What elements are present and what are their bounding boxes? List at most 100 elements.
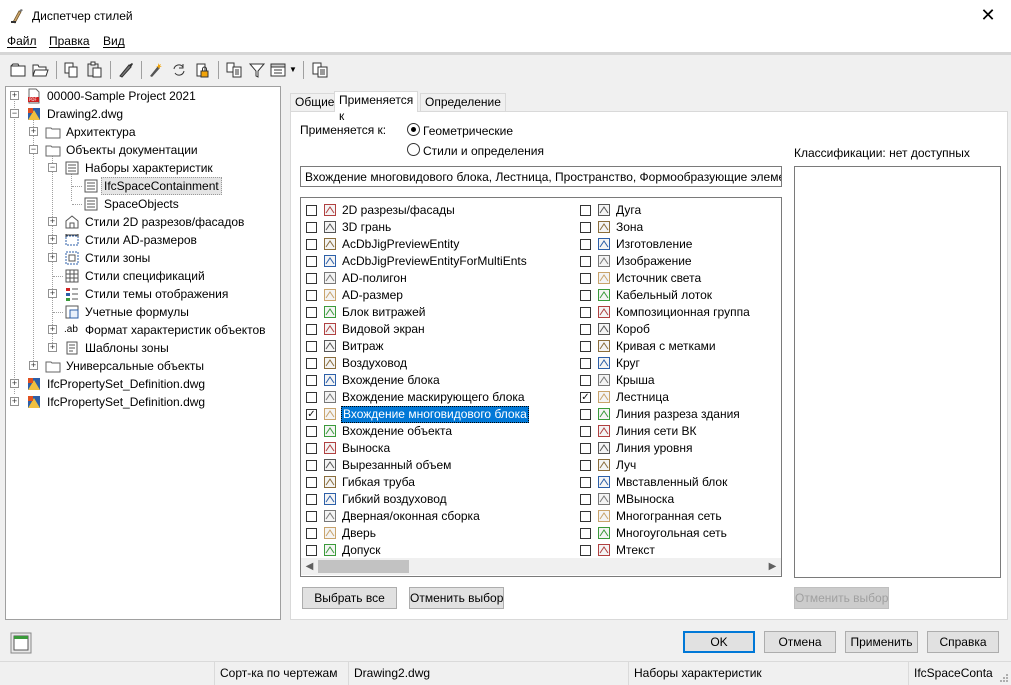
edit-icon[interactable]: [147, 61, 165, 79]
expand-icon[interactable]: +: [29, 127, 38, 136]
scroll-right-icon[interactable]: ▶: [764, 558, 781, 575]
tree-item[interactable]: Учетные формулы: [6, 303, 276, 321]
tree-item[interactable]: + PDF 00000-Sample Project 2021: [6, 87, 276, 105]
scroll-thumb[interactable]: [318, 560, 409, 573]
expand-icon[interactable]: +: [48, 217, 57, 226]
object-type-row[interactable]: Короб: [580, 321, 781, 338]
expand-icon[interactable]: +: [48, 325, 57, 334]
tree-item[interactable]: Стили спецификаций: [6, 267, 276, 285]
expand-icon[interactable]: +: [48, 253, 57, 262]
object-type-row[interactable]: Многогранная сеть: [580, 508, 781, 525]
object-type-row[interactable]: Дверная/оконная сборка: [306, 508, 576, 525]
object-type-checkbox[interactable]: [580, 375, 591, 386]
expand-icon[interactable]: +: [48, 289, 57, 298]
tree-item[interactable]: + IfcPropertySet_Definition.dwg: [6, 393, 276, 411]
object-type-checkbox[interactable]: [580, 443, 591, 454]
object-type-checkbox[interactable]: [580, 392, 591, 403]
object-type-row[interactable]: Витраж: [306, 338, 576, 355]
object-type-checkbox[interactable]: [580, 409, 591, 420]
classifications-list[interactable]: [794, 166, 1001, 578]
expand-icon[interactable]: +: [10, 91, 19, 100]
object-type-checkbox[interactable]: [580, 460, 591, 471]
object-type-row[interactable]: Вырезанный объем: [306, 457, 576, 474]
object-type-row[interactable]: Зона: [580, 219, 781, 236]
object-type-row[interactable]: 3D грань: [306, 219, 576, 236]
preview-toggle-icon[interactable]: [10, 632, 32, 654]
object-type-row[interactable]: Гибкая труба: [306, 474, 576, 491]
object-type-checkbox[interactable]: [580, 222, 591, 233]
new-icon[interactable]: [9, 61, 27, 79]
expand-icon[interactable]: +: [10, 397, 19, 406]
object-type-row[interactable]: Вхождение объекта: [306, 423, 576, 440]
chevron-down-icon[interactable]: ▼: [289, 65, 297, 74]
object-type-checkbox[interactable]: [580, 494, 591, 505]
object-type-checkbox[interactable]: [306, 205, 317, 216]
menu-edit[interactable]: Правка: [49, 34, 90, 48]
scroll-left-icon[interactable]: ◀: [301, 558, 318, 575]
object-type-row[interactable]: AcDbJigPreviewEntity: [306, 236, 576, 253]
object-type-checkbox[interactable]: [306, 409, 317, 420]
object-type-row[interactable]: Изготовление: [580, 236, 781, 253]
paste-icon[interactable]: [85, 61, 103, 79]
tree-item[interactable]: + Стили зоны: [6, 249, 276, 267]
open-icon[interactable]: [31, 61, 49, 79]
object-type-row[interactable]: Блок витражей: [306, 304, 576, 321]
object-type-row[interactable]: Воздуховод: [306, 355, 576, 372]
object-type-checkbox[interactable]: [306, 358, 317, 369]
radio-geometric-label[interactable]: Геометрические: [423, 124, 513, 138]
help-icon[interactable]: [311, 61, 329, 79]
object-type-checkbox[interactable]: [580, 426, 591, 437]
object-type-row[interactable]: AD-размер: [306, 287, 576, 304]
ok-button[interactable]: OK: [683, 631, 755, 653]
lock-icon[interactable]: [193, 61, 211, 79]
expand-icon[interactable]: +: [48, 343, 57, 352]
tree-item[interactable]: + Стили AD-размеров: [6, 231, 276, 249]
object-type-checkbox[interactable]: [306, 460, 317, 471]
object-type-checkbox[interactable]: [306, 511, 317, 522]
object-type-row[interactable]: Видовой экран: [306, 321, 576, 338]
object-type-row[interactable]: Кабельный лоток: [580, 287, 781, 304]
object-type-checkbox[interactable]: [306, 545, 317, 556]
object-type-checkbox[interactable]: [306, 375, 317, 386]
object-type-row[interactable]: Круг: [580, 355, 781, 372]
object-type-checkbox[interactable]: [580, 290, 591, 301]
expand-icon[interactable]: +: [48, 235, 57, 244]
object-type-checkbox[interactable]: [580, 273, 591, 284]
object-type-checkbox[interactable]: [580, 341, 591, 352]
object-type-row[interactable]: AcDbJigPreviewEntityForMultiEnts: [306, 253, 576, 270]
cancel-button[interactable]: Отмена: [764, 631, 836, 653]
object-type-checkbox[interactable]: [306, 307, 317, 318]
object-type-checkbox[interactable]: [306, 528, 317, 539]
object-type-row[interactable]: Луч: [580, 457, 781, 474]
object-type-row[interactable]: Допуск: [306, 542, 576, 559]
sync-icon[interactable]: [170, 61, 188, 79]
object-type-row[interactable]: Линия сети ВК: [580, 423, 781, 440]
object-type-row[interactable]: Изображение: [580, 253, 781, 270]
tree-item[interactable]: + Архитектура: [6, 123, 276, 141]
expand-icon[interactable]: +: [10, 379, 19, 388]
object-type-row[interactable]: Выноска: [306, 440, 576, 457]
object-type-row[interactable]: Крыша: [580, 372, 781, 389]
object-type-list[interactable]: 2D разрезы/фасады 3D грань AcDbJigPreviewE…: [300, 197, 782, 577]
menu-file[interactable]: Файл: [7, 34, 37, 48]
object-type-row[interactable]: AD-полигон: [306, 270, 576, 287]
tree-item[interactable]: + Универсальные объекты: [6, 357, 276, 375]
splitter[interactable]: [283, 86, 287, 620]
purge-icon[interactable]: [117, 61, 135, 79]
clear-classification-button[interactable]: Отменить выбор: [794, 587, 889, 609]
object-type-checkbox[interactable]: [306, 222, 317, 233]
object-type-checkbox[interactable]: [580, 545, 591, 556]
radio-styles-label[interactable]: Стили и определения: [423, 144, 544, 158]
object-type-row[interactable]: Линия уровня: [580, 440, 781, 457]
object-type-row[interactable]: МВыноска: [580, 491, 781, 508]
tab-general[interactable]: Общие: [290, 93, 340, 111]
filter-icon[interactable]: [248, 61, 266, 79]
object-type-row[interactable]: Композиционная группа: [580, 304, 781, 321]
object-type-checkbox[interactable]: [306, 392, 317, 403]
object-type-row[interactable]: Многоугольная сеть: [580, 525, 781, 542]
expand-icon[interactable]: +: [29, 361, 38, 370]
tree-item[interactable]: − Drawing2.dwg: [6, 105, 276, 123]
object-type-checkbox[interactable]: [580, 239, 591, 250]
collapse-icon[interactable]: −: [29, 145, 38, 154]
object-type-row[interactable]: Гибкий воздуховод: [306, 491, 576, 508]
